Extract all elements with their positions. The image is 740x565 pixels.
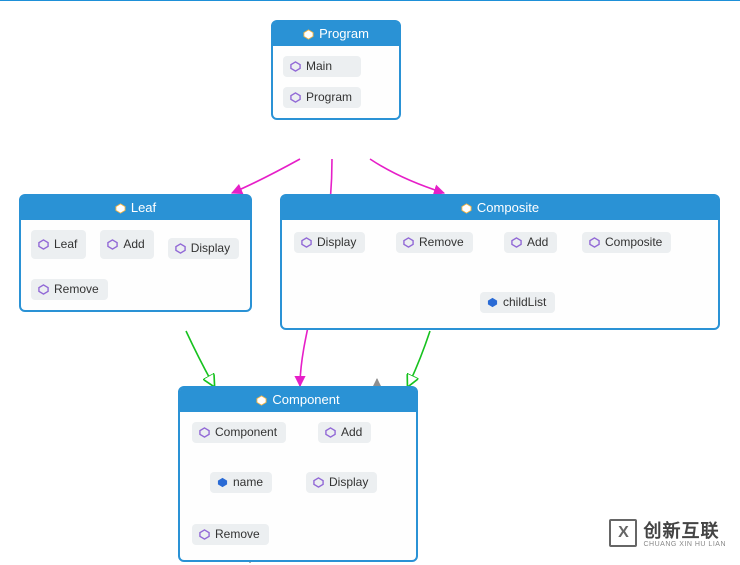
chip-add[interactable]: Add xyxy=(100,230,153,259)
box-program-header: Program xyxy=(273,22,399,46)
chip-label: Remove xyxy=(419,235,464,249)
chip-program[interactable]: Program xyxy=(283,87,361,108)
class-icon xyxy=(461,202,472,213)
logo-main-text: 创新互联 xyxy=(643,521,719,541)
method-icon xyxy=(107,239,118,250)
chip-label: Display xyxy=(317,235,356,249)
chip-label: Add xyxy=(527,235,548,249)
box-component-header: Component xyxy=(180,388,416,412)
method-icon xyxy=(589,237,600,248)
chip-label: Program xyxy=(306,90,352,104)
chip-component[interactable]: Component xyxy=(192,422,286,443)
box-leaf-title: Leaf xyxy=(131,200,156,215)
chip-label: Leaf xyxy=(54,237,77,251)
method-icon xyxy=(511,237,522,248)
logo-sub-text: CHUANG XIN HU LIAN xyxy=(643,541,726,548)
method-icon xyxy=(313,477,324,488)
box-leaf-header: Leaf xyxy=(21,196,250,220)
box-program[interactable]: Program Main Program xyxy=(271,20,401,120)
chip-remove[interactable]: Remove xyxy=(192,524,269,545)
arrow-program-to-leaf xyxy=(232,159,300,193)
box-component[interactable]: Component Component Add name Display Rem… xyxy=(178,386,418,562)
chip-label: name xyxy=(233,475,263,489)
method-icon xyxy=(38,239,49,250)
method-icon xyxy=(301,237,312,248)
watermark-logo: X 创新互联 CHUANG XIN HU LIAN xyxy=(609,517,726,548)
box-composite[interactable]: Composite Display Remove Add Composite c… xyxy=(280,194,720,330)
chip-remove[interactable]: Remove xyxy=(31,279,108,300)
box-composite-title: Composite xyxy=(477,200,539,215)
method-icon xyxy=(175,243,186,254)
arrow-leaf-to-component xyxy=(186,331,214,386)
chip-label: Display xyxy=(329,475,368,489)
field-icon xyxy=(217,477,228,488)
chip-name[interactable]: name xyxy=(210,472,272,493)
logo-mark-icon: X xyxy=(609,519,637,547)
field-icon xyxy=(487,297,498,308)
chip-main[interactable]: Main xyxy=(283,56,361,77)
chip-label: Remove xyxy=(215,527,260,541)
class-icon xyxy=(256,394,267,405)
chip-label: Remove xyxy=(54,282,99,296)
box-program-body: Main Program xyxy=(273,46,399,118)
chip-remove[interactable]: Remove xyxy=(396,232,473,253)
chip-display[interactable]: Display xyxy=(306,472,377,493)
box-component-title: Component xyxy=(272,392,339,407)
chip-childlist[interactable]: childList xyxy=(480,292,555,313)
box-composite-header: Composite xyxy=(282,196,718,220)
method-icon xyxy=(38,284,49,295)
chip-display[interactable]: Display xyxy=(294,232,365,253)
class-icon xyxy=(115,202,126,213)
chip-composite[interactable]: Composite xyxy=(582,232,671,253)
box-component-body: Component Add name Display Remove xyxy=(180,412,416,560)
method-icon xyxy=(290,61,301,72)
arrow-program-to-composite xyxy=(370,159,444,193)
method-icon xyxy=(199,427,210,438)
method-icon xyxy=(199,529,210,540)
class-icon xyxy=(303,28,314,39)
chip-label: Add xyxy=(341,425,362,439)
box-program-title: Program xyxy=(319,26,369,41)
chip-label: Main xyxy=(306,59,332,73)
chip-label: Add xyxy=(123,237,144,251)
box-leaf-body: Leaf Add Display Remove xyxy=(21,220,250,310)
chip-label: Display xyxy=(191,241,230,255)
arrow-composite-to-component xyxy=(408,331,430,386)
chip-label: Component xyxy=(215,425,277,439)
chip-add[interactable]: Add xyxy=(318,422,371,443)
chip-add[interactable]: Add xyxy=(504,232,557,253)
chip-label: Composite xyxy=(605,235,662,249)
method-icon xyxy=(325,427,336,438)
chip-label: childList xyxy=(503,295,546,309)
box-composite-body: Display Remove Add Composite childList xyxy=(282,220,718,328)
chip-display[interactable]: Display xyxy=(168,238,239,259)
chip-leaf[interactable]: Leaf xyxy=(31,230,86,259)
box-leaf[interactable]: Leaf Leaf Add Display Remove xyxy=(19,194,252,312)
method-icon xyxy=(403,237,414,248)
method-icon xyxy=(290,92,301,103)
